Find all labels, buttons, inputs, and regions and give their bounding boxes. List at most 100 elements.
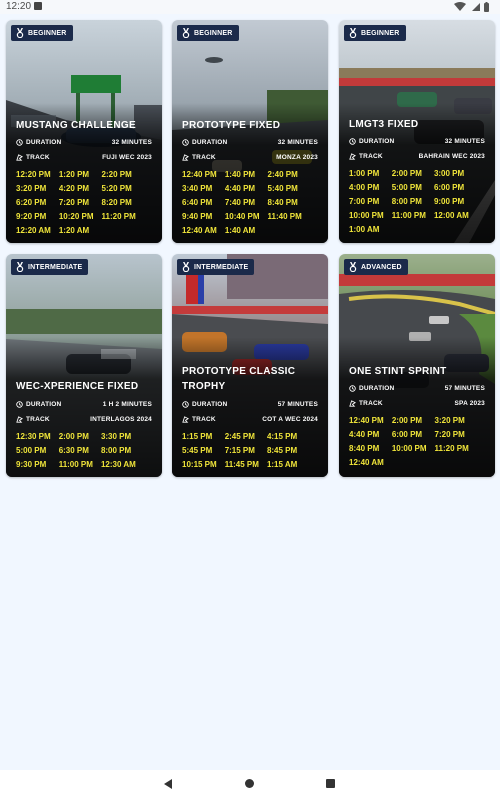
wifi-icon: [454, 2, 466, 11]
start-time: 1:00 AM: [349, 225, 380, 234]
start-time: 3:20 PM: [434, 416, 465, 425]
track-row: TRACK SPA 2023: [349, 397, 485, 409]
start-times: 12:20 PM 1:20 PM 2:20 PM 3:20 PM 4:20 PM…: [16, 170, 156, 236]
level-label: INTERMEDIATE: [194, 263, 249, 271]
battery-icon: [484, 2, 489, 12]
start-time: 11:40 PM: [267, 212, 302, 221]
session-title-line: PROTOTYPE CLASSIC: [182, 366, 296, 377]
start-time: 3:00 PM: [433, 169, 465, 178]
start-time: 7:20 PM: [58, 198, 90, 207]
start-time: 7:40 PM: [224, 198, 256, 207]
session-card-lmgt3-fixed[interactable]: BEGINNER LMGT3 FIXED DURATION 32 MINUTES…: [339, 20, 495, 243]
level-label: ADVANCED: [361, 263, 402, 271]
duration-value: 57 MINUTES: [277, 400, 318, 408]
track-value: INTERLAGOS 2024: [90, 415, 152, 423]
track-icon: [349, 152, 356, 160]
clock-icon: [16, 138, 23, 146]
session-title-line: MUSTANG CHALLENGE: [16, 120, 136, 131]
start-time: 8:00 PM: [100, 446, 132, 455]
start-time: 2:40 PM: [267, 170, 298, 179]
medal-icon: [182, 28, 190, 38]
start-time: 12:40 AM: [349, 458, 384, 467]
back-icon[interactable]: [164, 779, 172, 789]
level-badge: BEGINNER: [11, 25, 73, 41]
duration-label: DURATION: [26, 138, 62, 146]
start-time: 3:40 PM: [182, 184, 213, 193]
session-card-mustang-challenge[interactable]: BEGINNER MUSTANG CHALLENGE DURATION 32 M…: [6, 20, 162, 243]
start-time: 6:00 PM: [433, 183, 465, 192]
session-card-one-stint-sprint[interactable]: ADVANCED ONE STINT SPRINT DURATION 57 MI…: [339, 254, 495, 477]
status-time: 12:20: [6, 1, 32, 12]
track-value: SPA 2023: [454, 399, 485, 407]
duration-label: DURATION: [359, 384, 395, 392]
start-times: 1:15 PM 2:45 PM 4:15 PM 5:45 PM 7:15 PM …: [182, 432, 322, 470]
clock-icon: [349, 384, 356, 392]
start-time: 11:00 PM: [391, 211, 426, 220]
track-row: TRACK MONZA 2023: [182, 151, 318, 163]
start-time: 12:40 AM: [182, 226, 217, 235]
start-time: 8:40 PM: [267, 198, 298, 207]
start-time: 8:45 PM: [266, 446, 298, 455]
notification-icon: [34, 2, 42, 10]
start-time: 4:00 PM: [349, 183, 380, 192]
start-time: 12:30 AM: [100, 460, 136, 469]
start-time: 1:15 AM: [266, 460, 298, 469]
start-time: 4:40 PM: [224, 184, 256, 193]
level-badge: INTERMEDIATE: [11, 259, 89, 275]
home-icon[interactable]: [245, 779, 254, 788]
start-time: 7:00 PM: [349, 197, 380, 206]
track-label: TRACK: [359, 399, 383, 407]
start-time: 12:00 AM: [433, 211, 469, 220]
duration-value: 32 MINUTES: [444, 137, 485, 145]
start-time: 12:20 AM: [16, 226, 51, 235]
start-time: 5:45 PM: [182, 446, 213, 455]
start-time: 1:20 PM: [58, 170, 90, 179]
session-title-line: LMGT3 FIXED: [349, 119, 419, 130]
start-time: 7:20 PM: [434, 430, 465, 439]
start-time: 5:00 PM: [391, 183, 422, 192]
session-title-line: PROTOTYPE FIXED: [182, 120, 281, 131]
start-time: 2:00 PM: [58, 432, 89, 441]
track-row: TRACK COT A WEC 2024: [182, 413, 318, 425]
start-time: 5:20 PM: [101, 184, 132, 193]
track-value: COT A WEC 2024: [262, 415, 318, 423]
start-time: 2:00 PM: [391, 169, 422, 178]
track-icon: [16, 415, 23, 423]
start-time: 1:15 PM: [182, 432, 213, 441]
start-time: 1:40 AM: [224, 226, 256, 235]
duration-row: DURATION 32 MINUTES: [16, 136, 152, 148]
recents-icon[interactable]: [326, 779, 335, 788]
session-title: LMGT3 FIXED: [349, 117, 489, 132]
level-badge: INTERMEDIATE: [177, 259, 255, 275]
start-time: 4:15 PM: [266, 432, 298, 441]
start-times: 12:40 PM 1:40 PM 2:40 PM 3:40 PM 4:40 PM…: [182, 170, 322, 236]
start-time: 9:40 PM: [182, 212, 213, 221]
session-card-wec-xperience-fixed[interactable]: INTERMEDIATE WEC-XPERIENCE FIXED DURATIO…: [6, 254, 162, 477]
session-title-line: ONE STINT SPRINT: [349, 366, 447, 377]
session-card-prototype-classic-trophy[interactable]: INTERMEDIATE PROTOTYPE CLASSIC TROPHY DU…: [172, 254, 328, 477]
start-time: 1:40 PM: [224, 170, 256, 179]
duration-label: DURATION: [192, 400, 228, 408]
clock-icon: [182, 400, 189, 408]
start-time: 2:20 PM: [101, 170, 132, 179]
start-time: 5:00 PM: [16, 446, 47, 455]
session-title: PROTOTYPE CLASSIC TROPHY: [182, 364, 322, 394]
track-label: TRACK: [26, 153, 50, 161]
start-time: 12:30 PM: [16, 432, 51, 441]
duration-row: DURATION 57 MINUTES: [182, 398, 318, 410]
start-time: 6:00 PM: [391, 430, 423, 439]
start-time: 1:20 AM: [58, 226, 90, 235]
duration-value: 1 H 2 MINUTES: [102, 400, 152, 408]
track-label: TRACK: [192, 415, 216, 423]
start-time: 11:20 PM: [101, 212, 136, 221]
track-icon: [349, 399, 356, 407]
start-times: 12:40 PM 2:00 PM 3:20 PM 4:40 PM 6:00 PM…: [349, 416, 489, 468]
session-title: PROTOTYPE FIXED: [182, 118, 322, 133]
start-time: 9:30 PM: [16, 460, 47, 469]
start-time: 6:20 PM: [16, 198, 47, 207]
navigation-bar: [0, 770, 500, 800]
level-badge: BEGINNER: [177, 25, 239, 41]
start-time: 12:20 PM: [16, 170, 51, 179]
start-time: 9:00 PM: [433, 197, 465, 206]
session-card-prototype-fixed[interactable]: BEGINNER PROTOTYPE FIXED DURATION 32 MIN…: [172, 20, 328, 243]
